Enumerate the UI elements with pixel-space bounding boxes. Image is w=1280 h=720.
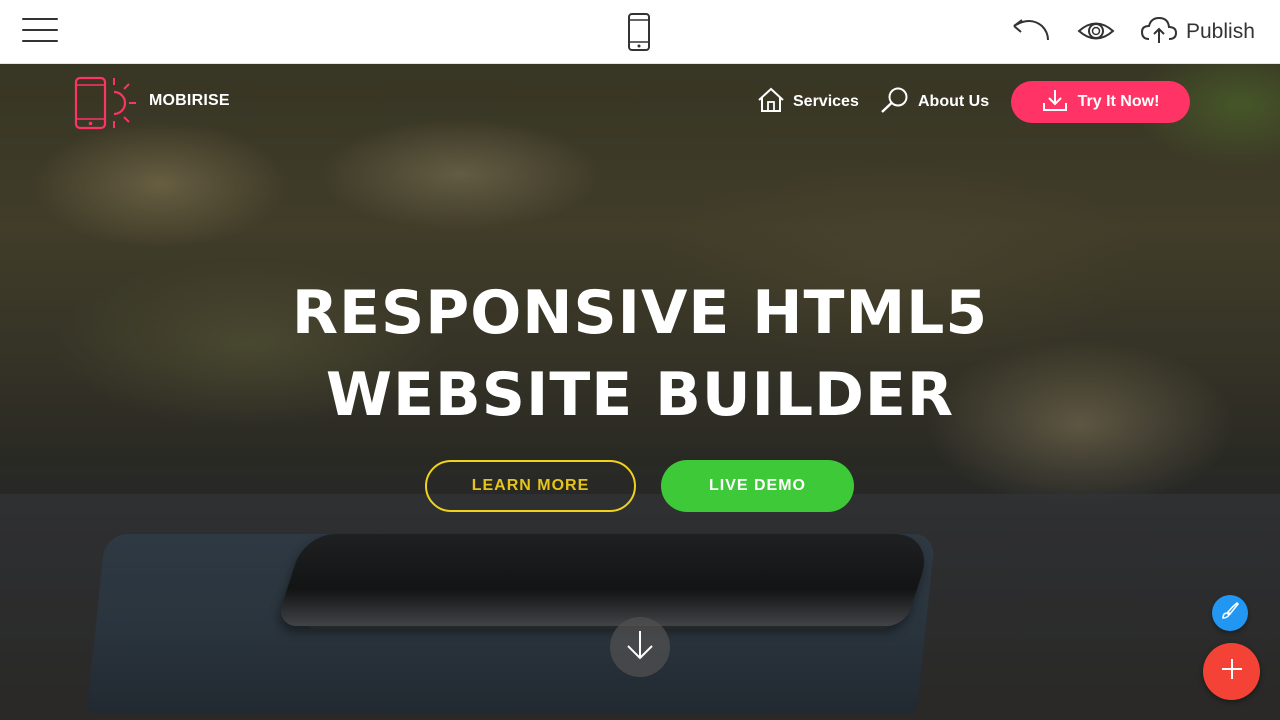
eye-icon[interactable] xyxy=(1076,16,1116,46)
hero-title-line-2: WEBSITE BUILDER xyxy=(325,360,955,430)
live-demo-button[interactable]: LIVE DEMO xyxy=(661,460,854,512)
editor-toolbar: Publish xyxy=(0,0,1280,64)
mobile-phone-icon[interactable] xyxy=(626,12,652,52)
hamburger-menu-icon[interactable] xyxy=(20,15,60,47)
try-it-now-label: Try It Now! xyxy=(1077,93,1160,110)
scroll-down-button[interactable] xyxy=(610,617,670,677)
try-it-now-button[interactable]: Try It Now! xyxy=(1011,81,1190,123)
publish-label: Publish xyxy=(1186,20,1255,43)
hero-title: RESPONSIVE HTML5 WEBSITE BUILDER xyxy=(140,272,1140,436)
phone-sun-logo-icon[interactable] xyxy=(74,76,138,130)
learn-more-button[interactable]: LEARN MORE xyxy=(425,460,636,512)
edit-style-button[interactable] xyxy=(1212,595,1248,631)
publish-button[interactable]: Publish xyxy=(1140,12,1255,52)
paint-brush-icon xyxy=(1220,601,1240,626)
plus-icon xyxy=(1220,657,1244,686)
undo-icon[interactable] xyxy=(1008,14,1052,48)
cloud-upload-icon xyxy=(1140,15,1178,50)
nav-services-link[interactable]: Services xyxy=(757,86,859,118)
home-icon xyxy=(757,87,785,118)
nav-about-link[interactable]: About Us xyxy=(880,86,989,118)
download-icon xyxy=(1042,88,1068,117)
search-icon xyxy=(880,86,910,119)
brand-name[interactable]: MOBIRISE xyxy=(149,92,230,110)
nav-about-label: About Us xyxy=(918,93,990,110)
hero-title-line-1: RESPONSIVE HTML5 xyxy=(291,278,989,348)
nav-services-label: Services xyxy=(793,93,859,110)
arrow-down-icon xyxy=(623,628,657,667)
add-block-button[interactable] xyxy=(1203,643,1260,700)
